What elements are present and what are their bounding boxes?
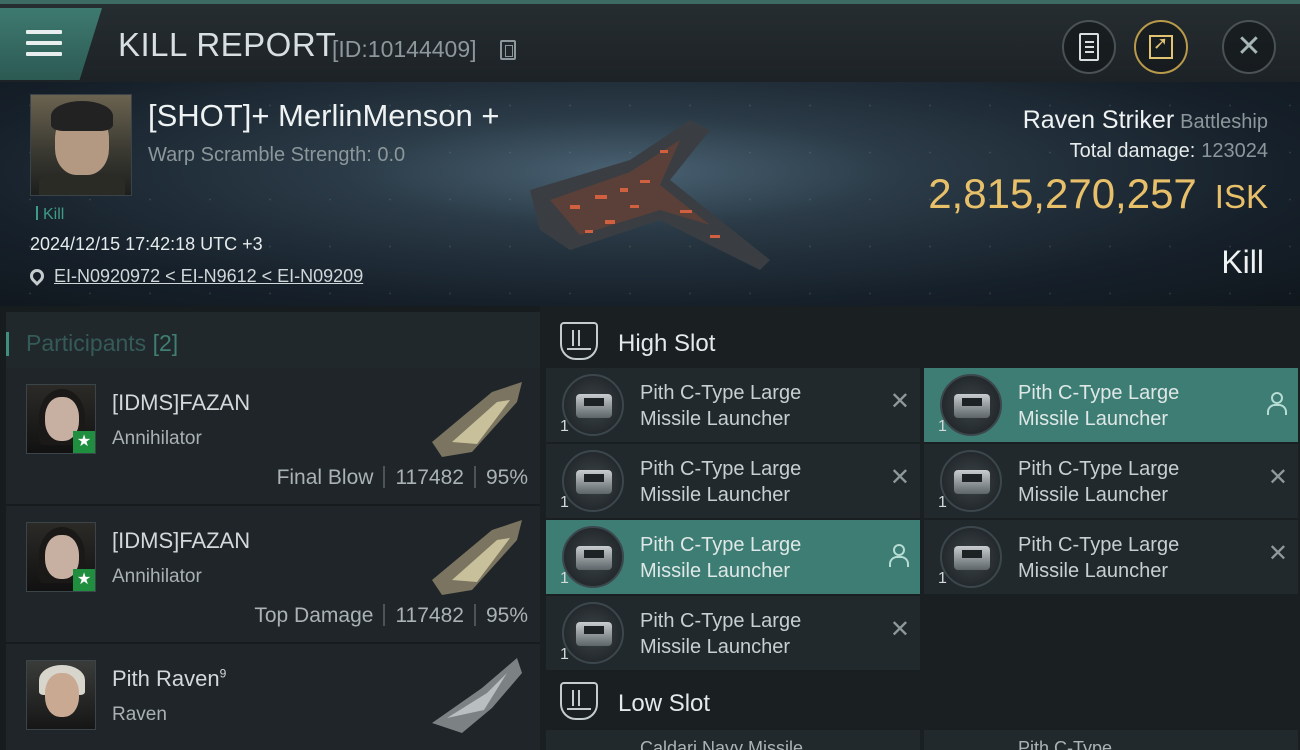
copy-icon[interactable] — [500, 40, 516, 60]
destroyed-icon: ✕ — [1267, 540, 1288, 567]
participant-avatar[interactable]: ★ — [26, 384, 96, 454]
participant-name: [IDMS]FAZAN — [112, 390, 251, 415]
kill-location[interactable]: EI-N0920972 < EI-N9612 < EI-N09209 — [27, 266, 363, 287]
missile-launcher-icon — [940, 374, 1002, 436]
ship-class: Battleship — [1180, 111, 1268, 133]
high-slot-header: High Slot — [546, 312, 1300, 372]
victim-name[interactable]: [SHOT]+ MerlinMenson + — [148, 98, 499, 134]
participants-count: [2] — [152, 330, 179, 356]
participant-avatar[interactable] — [26, 660, 96, 730]
participant-row[interactable]: ★ [IDMS]FAZAN Annihilator Final Blow 1174… — [6, 368, 540, 504]
module-item[interactable]: 1 Pith C-Type Large Missile Launcher ✕ — [546, 444, 920, 518]
participant-row[interactable]: ★ [IDMS]FAZAN Annihilator Top Damage 1174… — [6, 506, 540, 642]
location-path[interactable]: EI-N0920972 < EI-N9612 < EI-N09209 — [54, 266, 363, 286]
close-icon: ✕ — [1236, 30, 1262, 63]
share-icon — [1149, 33, 1173, 59]
participant-name: Pith Raven9 — [112, 666, 227, 691]
warp-scramble-strength: Warp Scramble Strength: 0.0 — [148, 144, 406, 166]
participant-row[interactable]: Pith Raven9 Raven — [6, 644, 540, 750]
missile-launcher-icon — [562, 602, 624, 664]
dropped-person-icon — [1266, 392, 1287, 415]
participant-ship: Annihilator — [112, 428, 202, 449]
module-item[interactable]: 1 Pith C-Type Large Missile Launcher — [546, 520, 920, 594]
destroyed-icon: ✕ — [1267, 464, 1288, 491]
missile-launcher-icon — [940, 450, 1002, 512]
report-id: [ID:10144409] — [332, 36, 477, 62]
participant-ship: Raven — [112, 704, 167, 725]
destroyed-icon: ✕ — [889, 464, 910, 491]
participant-avatar[interactable]: ★ — [26, 522, 96, 592]
destroyed-icon: ✕ — [889, 388, 910, 415]
dropped-person-icon — [888, 544, 909, 567]
participant-ship-image — [432, 658, 522, 733]
close-button[interactable]: ✕ — [1222, 20, 1276, 74]
fitting-panel: High Slot 1 Pith C-Type Large Missile Lau… — [540, 306, 1300, 750]
clipboard-icon — [1079, 33, 1099, 61]
total-damage: Total damage: 123024 — [1069, 140, 1268, 162]
participants-header: Participants [2] — [5, 312, 540, 372]
menu-icon — [26, 30, 62, 58]
low-slot-icon — [560, 682, 598, 720]
star-icon: ★ — [73, 431, 95, 453]
victim-avatar[interactable] — [30, 94, 132, 196]
clipboard-button[interactable] — [1062, 20, 1116, 74]
module-item[interactable]: 1 Pith C-Type Large Missile Launcher ✕ — [924, 520, 1298, 594]
participant-ship-image — [432, 520, 522, 595]
kill-tag: Kill — [36, 206, 64, 224]
participant-name: [IDMS]FAZAN — [112, 528, 251, 553]
module-item[interactable]: 1 Pith C-Type Large Missile Launcher — [924, 368, 1298, 442]
page-title: KILL REPORT — [118, 26, 337, 63]
victim-ship-image — [530, 120, 770, 270]
module-item[interactable]: 1 Pith C-Type Large Missile Launcher ✕ — [546, 596, 920, 670]
participants-panel: Participants [2] ★ [IDMS]FAZAN Annihilat… — [0, 306, 540, 750]
share-button[interactable] — [1134, 20, 1188, 74]
star-icon: ★ — [73, 569, 95, 591]
victim-ship-name: Raven Striker Battleship — [1022, 106, 1268, 134]
missile-launcher-icon — [940, 526, 1002, 588]
missile-launcher-icon — [562, 450, 624, 512]
participant-ship-image — [432, 382, 522, 457]
result-label: Kill — [1221, 244, 1264, 280]
module-item-partial[interactable]: Caldari Navy Missile — [546, 730, 920, 750]
location-pin-icon — [27, 266, 47, 286]
module-item[interactable]: 1 Pith C-Type Large Missile Launcher ✕ — [924, 444, 1298, 518]
low-slot-header: Low Slot — [546, 672, 1300, 732]
menu-button[interactable] — [0, 8, 102, 80]
top-bar: KILL REPORT [ID:10144409] ✕ — [0, 0, 1300, 82]
participant-ship: Annihilator — [112, 566, 202, 587]
missile-launcher-icon — [562, 526, 624, 588]
module-item[interactable]: 1 Pith C-Type Large Missile Launcher ✕ — [546, 368, 920, 442]
victim-header: [SHOT]+ MerlinMenson + Warp Scramble Str… — [0, 82, 1300, 306]
missile-launcher-icon — [562, 374, 624, 436]
participant-stats: Final Blow 117482 95% — [276, 466, 528, 489]
high-slot-icon — [560, 322, 598, 360]
destroyed-icon: ✕ — [889, 616, 910, 643]
module-item-partial[interactable]: Pith C-Type — [924, 730, 1298, 750]
kill-datetime: 2024/12/15 17:42:18 UTC +3 — [30, 234, 263, 254]
participant-stats: Top Damage 117482 95% — [254, 604, 528, 627]
isk-value: 2,815,270,257 ISK — [928, 170, 1268, 217]
